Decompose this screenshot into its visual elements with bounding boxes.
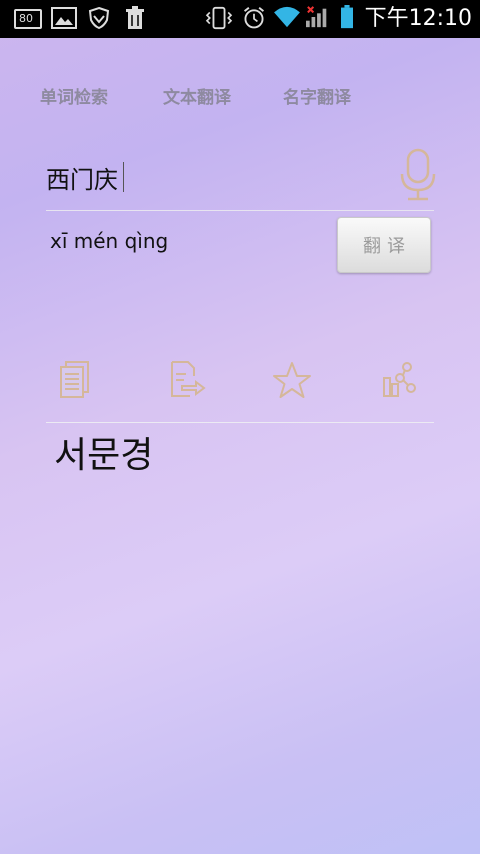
- battery-percent-icon: 80: [14, 9, 42, 29]
- clock: 下午12:10: [364, 6, 472, 31]
- copy-icon[interactable]: [56, 358, 100, 406]
- wifi-icon: [274, 6, 300, 28]
- tab-word-search[interactable]: 单词检索: [40, 84, 108, 112]
- image-notification-icon: [51, 7, 77, 29]
- shield-icon: [88, 6, 110, 30]
- translate-button[interactable]: 翻译: [337, 217, 431, 273]
- vibrate-icon: [205, 6, 233, 30]
- export-icon[interactable]: [164, 358, 208, 406]
- battery-icon: [341, 5, 353, 29]
- tab-bar: 单词检索 文本翻译 名字翻译: [0, 84, 480, 114]
- tab-text-translate[interactable]: 文本翻译: [163, 84, 231, 112]
- name-input[interactable]: [46, 158, 386, 196]
- battery-percent-text: 80: [19, 12, 33, 25]
- alarm-icon: [243, 6, 265, 29]
- share-icon[interactable]: [376, 358, 420, 406]
- result-toolbar: [46, 358, 434, 423]
- name-input-row: [46, 148, 436, 211]
- tab-name-translate[interactable]: 名字翻译: [283, 84, 351, 112]
- translation-result: 서문경: [54, 435, 154, 476]
- pinyin-text: xī mén qìng: [50, 229, 169, 253]
- text-caret: [123, 162, 124, 192]
- star-icon[interactable]: [270, 358, 314, 406]
- trash-icon: [126, 6, 144, 29]
- status-bar: 80 下午12:10: [0, 0, 480, 38]
- microphone-icon[interactable]: [398, 148, 438, 206]
- signal-icon: [306, 6, 327, 28]
